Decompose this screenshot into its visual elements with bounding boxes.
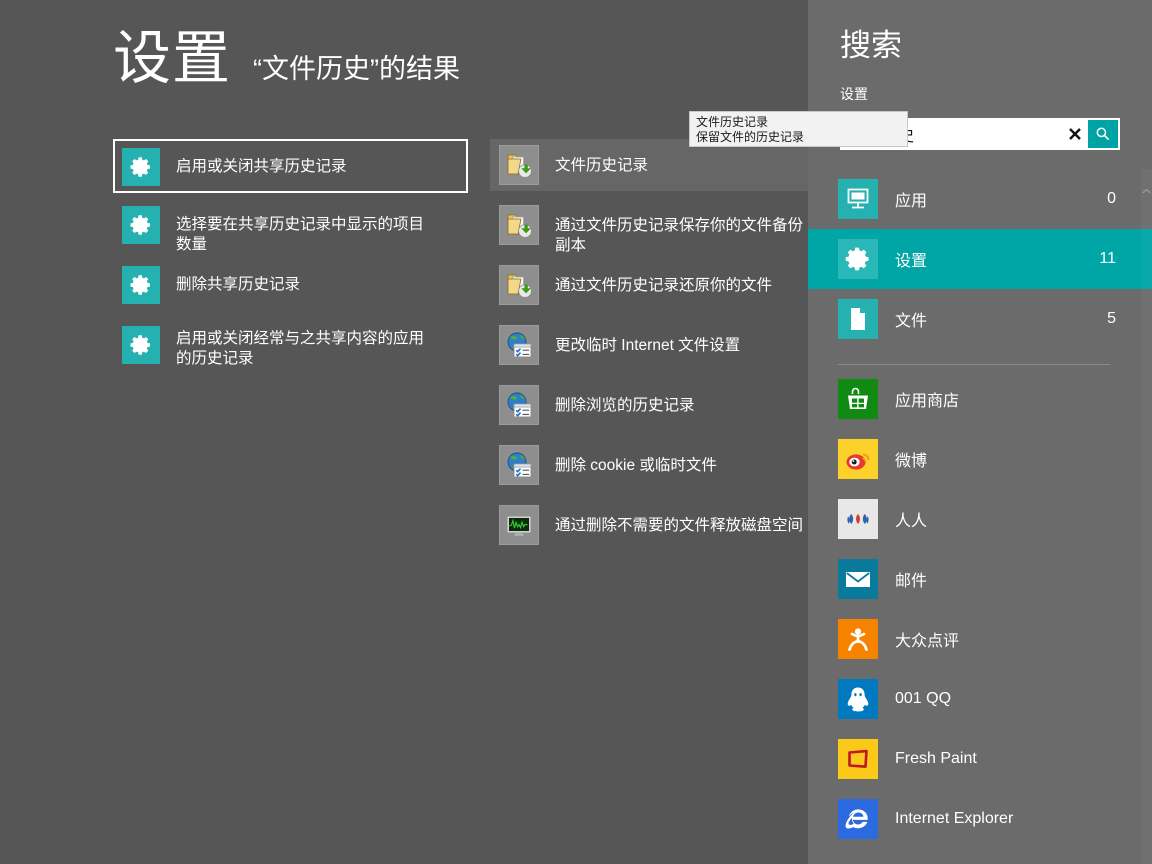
result-item-control-panel[interactable]: 通过删除不需要的文件释放磁盘空间 — [490, 499, 808, 551]
store-icon — [838, 379, 878, 419]
gear-icon — [122, 206, 160, 244]
gear-icon — [122, 266, 160, 304]
search-category-label: 文件 — [895, 313, 928, 330]
tooltip: 文件历史记录 保留文件的历史记录 — [689, 111, 908, 147]
folder-history-icon — [499, 145, 539, 185]
list-item[interactable]: 微博 — [808, 429, 1152, 489]
list-item[interactable]: 人人 — [808, 489, 1152, 549]
dianping-icon — [838, 619, 878, 659]
list-item-label: Fresh Paint — [895, 750, 977, 767]
list-item[interactable]: Internet Explorer — [808, 789, 1152, 849]
result-item-label: 启用或关闭共享历史记录 — [176, 158, 347, 175]
result-item-control-panel[interactable]: 更改临时 Internet 文件设置 — [490, 319, 808, 371]
page-subtitle: “文件历史”的结果 — [253, 54, 460, 84]
result-item-label: 选择要在共享历史记录中显示的项目数量 — [176, 216, 425, 253]
results-column-middle: 文件历史记录 通过文件历史记录保存你的文件备份副本 通过文件历史记录还原你的文件… — [490, 139, 808, 559]
result-item-label: 通过文件历史记录保存你的文件备份副本 — [555, 217, 804, 254]
gear-icon — [122, 148, 160, 186]
list-divider — [838, 364, 1110, 365]
search-app-list: 应用商店 微博 人人 邮件 大众点评 001 QQ Fresh Paint In… — [808, 369, 1152, 849]
search-pane-title: 搜索 — [840, 28, 902, 63]
weibo-icon — [838, 439, 878, 479]
globe-options-icon — [499, 385, 539, 425]
list-item[interactable]: 应用商店 — [808, 369, 1152, 429]
result-item-label: 更改临时 Internet 文件设置 — [555, 337, 741, 354]
result-item-setting[interactable]: 删除共享历史记录 — [113, 259, 468, 311]
search-category-label: 设置 — [895, 253, 928, 270]
list-item-label: 大众点评 — [895, 633, 960, 650]
list-item[interactable]: Fresh Paint — [808, 729, 1152, 789]
page-header: 设置 “文件历史”的结果 — [113, 30, 460, 88]
result-item-setting[interactable]: 选择要在共享历史记录中显示的项目数量 — [113, 199, 468, 253]
result-item-label: 文件历史记录 — [555, 157, 649, 174]
list-item[interactable]: 邮件 — [808, 549, 1152, 609]
result-item-label: 删除共享历史记录 — [176, 276, 301, 293]
list-item-label: 001 QQ — [895, 690, 952, 707]
result-item-control-panel[interactable]: 通过文件历史记录保存你的文件备份副本 — [490, 199, 808, 254]
apps-icon — [838, 179, 878, 219]
list-item-label: Internet Explorer — [895, 810, 1014, 827]
scrollbar[interactable] — [1141, 169, 1152, 864]
search-results-screen: 设置 “文件历史”的结果 启用或关闭共享历史记录 选择要在共享历史记录中显示的项… — [0, 0, 1152, 864]
search-submit-button[interactable] — [1088, 120, 1118, 148]
list-item-label: 应用商店 — [895, 393, 960, 410]
file-icon — [838, 299, 878, 339]
result-item-label: 删除浏览的历史记录 — [555, 397, 695, 414]
scrollbar-thumb[interactable] — [1141, 209, 1152, 210]
folder-history-icon — [499, 265, 539, 305]
list-item-label: 邮件 — [895, 573, 928, 590]
list-item-label: 人人 — [895, 513, 928, 530]
search-scope-label: 设置 — [840, 86, 868, 102]
mail-icon — [838, 559, 878, 599]
close-icon[interactable] — [1062, 119, 1088, 149]
search-category-label: 应用 — [895, 193, 928, 210]
search-category-apps[interactable]: 应用 0 — [808, 169, 1152, 229]
result-item-control-panel[interactable]: 删除 cookie 或临时文件 — [490, 439, 808, 491]
result-item-control-panel[interactable]: 通过文件历史记录还原你的文件 — [490, 259, 808, 311]
list-item[interactable]: 大众点评 — [808, 609, 1152, 669]
globe-options-icon — [499, 325, 539, 365]
page-title: 设置 — [113, 26, 232, 91]
search-category-count: 11 — [1099, 250, 1116, 267]
result-item-control-panel[interactable]: 删除浏览的历史记录 — [490, 379, 808, 431]
gear-icon — [122, 326, 160, 364]
search-category-count: 0 — [1107, 190, 1116, 207]
result-item-label: 启用或关闭经常与之共享内容的应用的历史记录 — [176, 330, 425, 367]
globe-options-icon — [499, 445, 539, 485]
gear-icon — [838, 239, 878, 279]
ie-icon — [838, 799, 878, 839]
result-item-label: 删除 cookie 或临时文件 — [555, 457, 717, 474]
tooltip-title: 文件历史记录 — [696, 115, 769, 129]
list-item-label: 微博 — [895, 453, 928, 470]
search-category-count: 5 — [1107, 310, 1116, 327]
fresh-paint-icon — [838, 739, 878, 779]
list-item[interactable]: 001 QQ — [808, 669, 1152, 729]
qq-icon — [838, 679, 878, 719]
search-category-files[interactable]: 文件 5 — [808, 289, 1152, 349]
result-item-label: 通过删除不需要的文件释放磁盘空间 — [555, 517, 804, 534]
tooltip-description: 保留文件的历史记录 — [696, 130, 805, 144]
result-item-setting[interactable]: 启用或关闭经常与之共享内容的应用的历史记录 — [113, 319, 468, 379]
search-category-settings[interactable]: 设置 11 — [808, 229, 1152, 289]
renren-icon — [838, 499, 878, 539]
result-item-setting[interactable]: 启用或关闭共享历史记录 — [113, 139, 468, 193]
search-icon — [1094, 125, 1112, 143]
results-column-left: 启用或关闭共享历史记录 选择要在共享历史记录中显示的项目数量 删除共享历史记录 … — [113, 139, 468, 387]
result-item-label: 通过文件历史记录还原你的文件 — [555, 277, 773, 294]
folder-history-icon — [499, 205, 539, 245]
search-category-list: 应用 0 设置 11 文件 5 — [808, 169, 1152, 349]
results-area: 设置 “文件历史”的结果 启用或关闭共享历史记录 选择要在共享历史记录中显示的项… — [0, 0, 908, 864]
chevron-up-icon[interactable] — [1141, 187, 1152, 196]
disk-cleanup-icon — [499, 505, 539, 545]
